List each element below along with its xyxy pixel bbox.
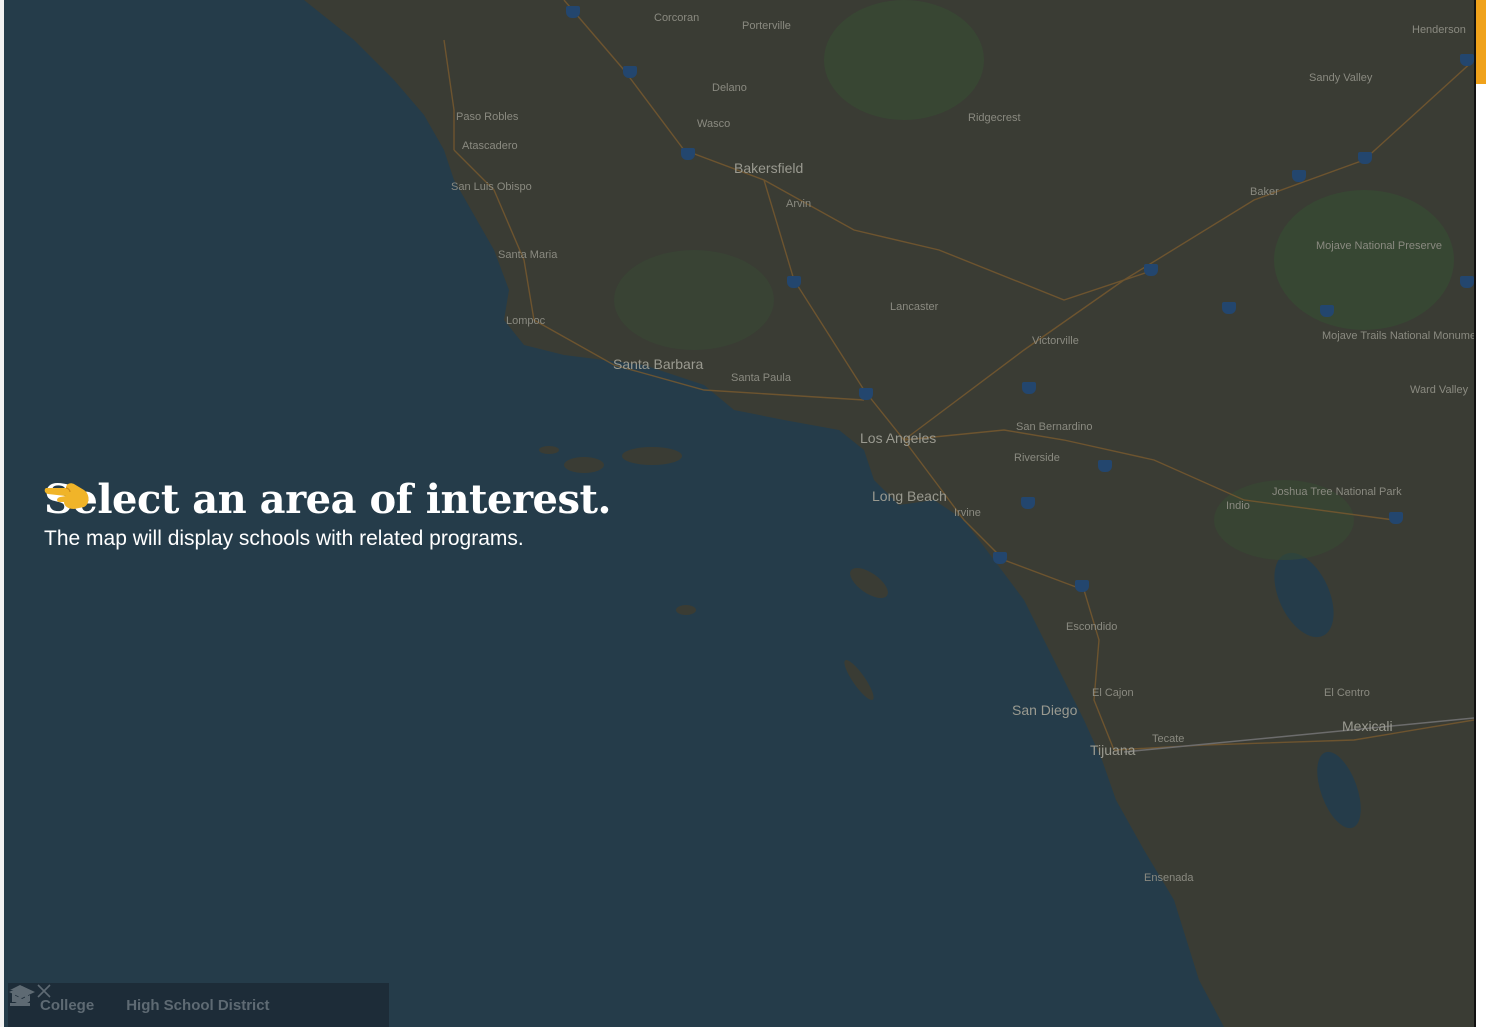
place-label: Escondido bbox=[1066, 621, 1118, 633]
place-label: San Luis Obispo bbox=[451, 181, 532, 193]
highway-shield-icon bbox=[623, 66, 637, 78]
place-label: Ward Valley bbox=[1410, 384, 1469, 396]
highway-shield-icon bbox=[787, 276, 801, 288]
place-label: Ensenada bbox=[1144, 872, 1194, 884]
highway-shield-icon bbox=[1292, 170, 1306, 182]
place-label: San Diego bbox=[1012, 702, 1078, 718]
place-label: Delano bbox=[712, 82, 747, 94]
highway-shield-icon bbox=[1022, 382, 1036, 394]
island bbox=[622, 447, 682, 465]
legend-college[interactable]: College bbox=[10, 985, 95, 1014]
place-label: Riverside bbox=[1014, 452, 1060, 464]
prompt-heading: Select an area of interest. bbox=[44, 476, 611, 523]
highway-shield-icon bbox=[566, 6, 580, 18]
highway-shield-icon bbox=[1222, 302, 1236, 314]
place-label: Mojave Trails National Monument bbox=[1322, 330, 1474, 342]
island bbox=[564, 457, 604, 473]
place-label: Long Beach bbox=[872, 488, 947, 504]
green-area bbox=[614, 250, 774, 350]
legend-college-label: College bbox=[40, 996, 95, 1014]
place-label: Santa Paula bbox=[731, 372, 791, 384]
legend-district-label: High School District bbox=[126, 996, 270, 1014]
place-label: Lompoc bbox=[506, 315, 546, 327]
place-label: Lancaster bbox=[890, 301, 939, 313]
place-label: El Cajon bbox=[1092, 687, 1134, 699]
place-label: Porterville bbox=[742, 20, 791, 32]
island bbox=[539, 446, 559, 454]
place-label: San Bernardino bbox=[1016, 421, 1093, 433]
prompt-subtitle: The map will display schools with relate… bbox=[44, 527, 524, 550]
green-area bbox=[824, 0, 984, 120]
place-label: Wasco bbox=[697, 118, 731, 130]
place-label: Henderson bbox=[1412, 24, 1466, 36]
place-label: Ridgecrest bbox=[968, 112, 1021, 124]
place-label: Joshua Tree National Park bbox=[1272, 486, 1402, 498]
place-label: Mojave National Preserve bbox=[1316, 240, 1442, 252]
highway-shield-icon bbox=[993, 552, 1007, 564]
place-label: Tijuana bbox=[1090, 742, 1136, 758]
island bbox=[844, 660, 874, 700]
highway-shield-icon bbox=[1021, 497, 1035, 509]
place-label: Irvine bbox=[954, 507, 981, 519]
place-label: Bakersfield bbox=[734, 160, 804, 176]
place-label: Mexicali bbox=[1342, 718, 1393, 734]
island bbox=[850, 567, 888, 599]
graduation-cap-icon bbox=[9, 986, 35, 1004]
highway-shield-icon bbox=[1358, 152, 1372, 164]
highway-shield-icon bbox=[1144, 264, 1158, 276]
place-label: Sandy Valley bbox=[1309, 72, 1373, 84]
place-label: Los Angeles bbox=[860, 430, 937, 446]
highway-shield-icon bbox=[1460, 54, 1474, 66]
close-icon[interactable] bbox=[36, 983, 52, 999]
highway-shield-icon bbox=[1460, 276, 1474, 288]
place-label: El Centro bbox=[1324, 687, 1370, 699]
highway-shield-icon bbox=[1389, 512, 1403, 524]
place-label: Santa Maria bbox=[498, 249, 558, 261]
place-label: Santa Barbara bbox=[613, 356, 704, 372]
place-label: Corcoran bbox=[654, 12, 700, 24]
island bbox=[676, 605, 696, 615]
place-label: Indio bbox=[1226, 500, 1250, 512]
prompt-title: Select an area of interest. bbox=[44, 476, 611, 523]
place-label: Victorville bbox=[1032, 335, 1079, 347]
right-edge bbox=[1474, 0, 1476, 1027]
pointing-hand-icon bbox=[44, 483, 89, 509]
green-area bbox=[1274, 190, 1454, 330]
place-label: Paso Robles bbox=[456, 111, 519, 123]
legend-high-school-district[interactable]: High School District bbox=[9, 986, 270, 1014]
highway-shield-icon bbox=[859, 388, 873, 400]
highway-shield-icon bbox=[1098, 460, 1112, 472]
place-label: Tecate bbox=[1152, 733, 1185, 745]
accent-tab[interactable] bbox=[1476, 0, 1486, 84]
highway-shield-icon bbox=[681, 148, 695, 160]
highway-shield-icon bbox=[1320, 305, 1334, 317]
map-legend: College High School District bbox=[8, 983, 389, 1027]
place-label: Atascadero bbox=[462, 140, 518, 152]
highway-shield-icon bbox=[1075, 580, 1089, 592]
place-label: Baker bbox=[1250, 186, 1279, 198]
place-label: Arvin bbox=[786, 198, 812, 210]
app-frame: Corcoran Porterville Delano Paso Robles Wasc… bbox=[0, 0, 1486, 1027]
map-canvas[interactable]: Corcoran Porterville Delano Paso Robles Wasc… bbox=[4, 0, 1474, 1027]
